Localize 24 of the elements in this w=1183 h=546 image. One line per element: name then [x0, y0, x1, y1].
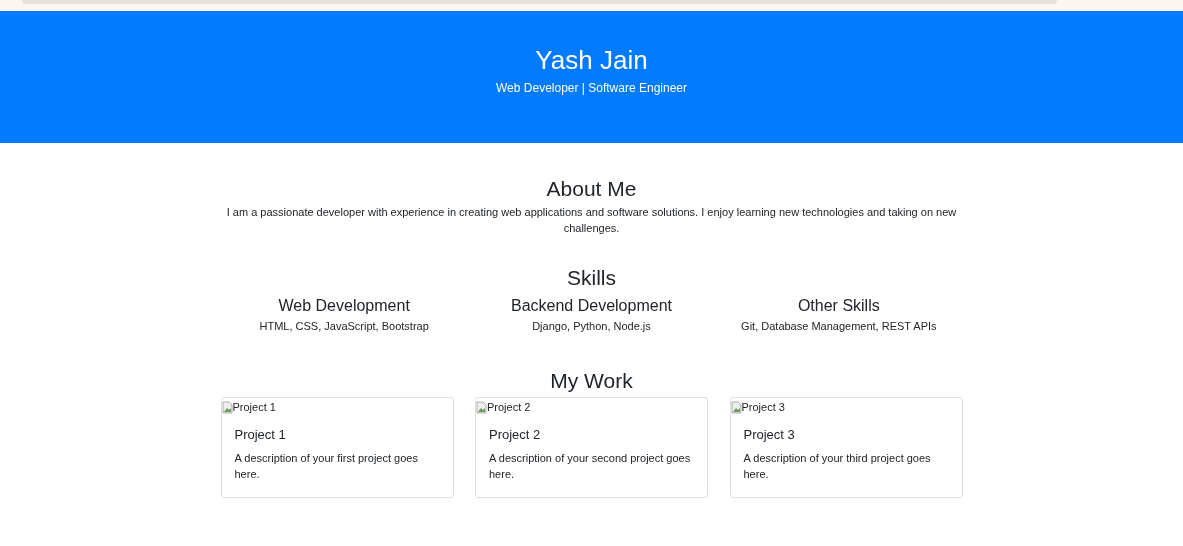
site-title: Yash Jain	[535, 44, 648, 76]
project-title: Project 2	[489, 426, 542, 444]
project-title: Project 1	[234, 426, 287, 444]
site-tagline: Web Developer | Software Engineer	[496, 80, 687, 96]
project-description: A description of your third project goes here.	[743, 451, 932, 482]
skill-title: Other Skills	[796, 296, 881, 316]
skill-list: Django, Python, Node.js	[467, 318, 716, 334]
section-heading: About Me	[545, 176, 638, 202]
broken-image-icon	[476, 400, 487, 414]
project-title: Project 3	[743, 426, 796, 444]
skill-list: Git, Database Management, REST APIs	[715, 318, 963, 334]
image-alt-text: Project 3	[741, 401, 785, 413]
skill-list: HTML, CSS, JavaScript, Bootstrap	[220, 318, 468, 334]
skill-title: Web Development	[277, 296, 411, 316]
image-alt-text: Project 1	[232, 401, 276, 413]
broken-image-icon	[730, 400, 742, 414]
broken-image-icon	[221, 400, 233, 414]
section-heading: Skills	[566, 265, 617, 291]
skill-title: Backend Development	[510, 296, 673, 316]
about-paragraph: I am a passionate developer with experience in creating web applications and software solutions. I enjoy learning new technologies and taking on new challenges.	[225, 205, 958, 236]
section-heading: My Work	[549, 368, 634, 394]
project-description: A description of your second project goes here.	[489, 451, 692, 482]
image-alt-text: Project 2	[487, 401, 531, 413]
project-description: A description of your first project goes here.	[234, 451, 419, 482]
